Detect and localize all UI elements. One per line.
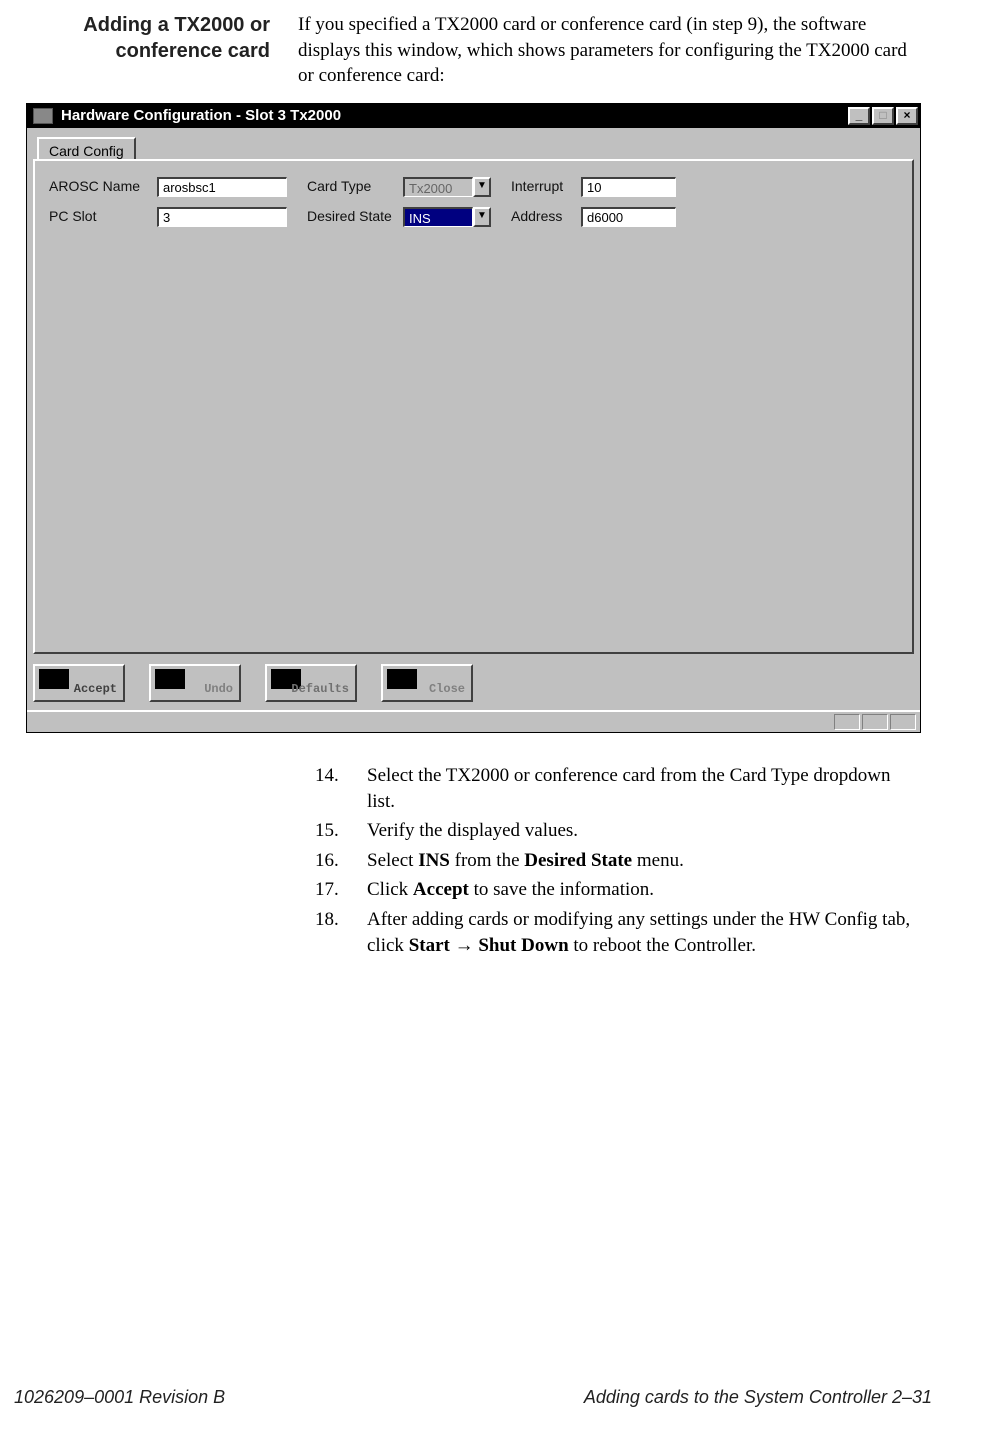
status-cell [890,714,916,730]
desired-state-dropdown[interactable]: INS ▼ [403,207,491,227]
status-cell [862,714,888,730]
system-menu-icon[interactable] [33,108,53,124]
footer-left: 1026209–0001 Revision B [14,1385,225,1409]
arosc-name-input[interactable] [157,177,287,197]
card-config-panel: AROSC Name PC Slot Card Type Tx2000 [33,159,914,654]
titlebar[interactable]: Hardware Configuration - Slot 3 Tx2000 _… [27,104,920,128]
step-14: 14. Select the TX2000 or conference card… [315,763,911,814]
page-footer: 1026209–0001 Revision B Adding cards to … [14,1385,932,1409]
chevron-down-icon[interactable]: ▼ [473,207,491,227]
footer-right: Adding cards to the System Controller 2–… [584,1385,932,1409]
pc-slot-input[interactable] [157,207,287,227]
pc-slot-label: PC Slot [49,207,149,226]
address-label: Address [511,207,573,226]
hardware-config-window: Hardware Configuration - Slot 3 Tx2000 _… [26,103,921,733]
section-heading: Adding a TX2000 or conference card [20,12,270,89]
undo-icon [155,669,185,689]
maximize-button: □ [872,107,894,125]
undo-button[interactable]: Undo [149,664,241,702]
step-17: 17. Click Accept to save the information… [315,877,911,903]
desired-state-value: INS [403,207,473,227]
status-cell [834,714,860,730]
card-type-dropdown[interactable]: Tx2000 ▼ [403,177,491,197]
accept-icon [39,669,69,689]
chevron-down-icon[interactable]: ▼ [473,177,491,197]
card-type-label: Card Type [307,177,395,196]
status-bar [27,710,920,732]
step-16: 16. Select INS from the Desired State me… [315,848,911,874]
window-title: Hardware Configuration - Slot 3 Tx2000 [59,106,848,126]
step-18: 18. After adding cards or modifying any … [315,907,911,958]
defaults-button[interactable]: Defaults [265,664,357,702]
intro-paragraph: If you specified a TX2000 card or confer… [298,12,926,89]
close-button[interactable]: × [896,107,918,125]
arosc-name-label: AROSC Name [49,177,149,196]
desired-state-label: Desired State [307,207,395,226]
close-icon [387,669,417,689]
accept-button[interactable]: Accept [33,664,125,702]
action-toolbar: Accept Undo Defaults Close [27,660,920,710]
close-action-button[interactable]: Close [381,664,473,702]
interrupt-label: Interrupt [511,177,573,196]
card-type-value: Tx2000 [403,177,473,197]
minimize-button[interactable]: _ [848,107,870,125]
address-input[interactable] [581,207,676,227]
step-15: 15. Verify the displayed values. [315,818,911,844]
steps-list: 14. Select the TX2000 or conference card… [315,763,911,958]
interrupt-input[interactable] [581,177,676,197]
